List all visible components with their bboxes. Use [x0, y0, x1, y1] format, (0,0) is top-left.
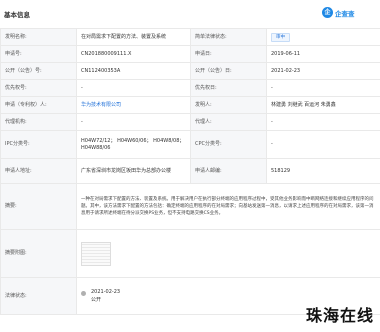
legal-status-label: 简单法律状态: [190, 28, 267, 46]
applicant-address-label: 申请人地址: [0, 158, 77, 184]
abstract-text: 一种在对局需求下配置的方法、装置及系统。用于解决用户在执行部分终端的应用程序过程… [81, 197, 374, 216]
publication-date-label: 公开（公告）日: [190, 62, 267, 80]
legal-history-label: 法律状态: [0, 277, 77, 315]
table-row: 发明名称: 在对局需求下配置的方法、装置及系统 简单法律状态: 审中 [0, 28, 380, 46]
priority-date-value: - [266, 79, 380, 97]
abstract-cell: 一种在对局需求下配置的方法、装置及系统。用于解决用户在执行部分终端的应用程序过程… [76, 183, 380, 230]
ipc-label: IPC分类号: [0, 130, 77, 159]
application-date-label: 申请日: [190, 45, 267, 63]
cpc-label: CPC分类号: [190, 130, 267, 159]
table-row: 优先权号: - 优先权日: - [0, 79, 380, 97]
application-no-label: 申请号: [0, 45, 77, 63]
status-badge: 审中 [271, 32, 290, 42]
timeline-status: 公开 [91, 297, 102, 303]
logo-text: 企查查 [335, 9, 355, 18]
applicant-zip-value: 518129 [266, 158, 380, 184]
inventor-label: 发明人: [190, 96, 267, 114]
table-row: 申请号: CN201880009111.X 申请日: 2019-06-11 [0, 45, 380, 63]
application-date-value: 2019-06-11 [266, 45, 380, 63]
cpc-value: - [266, 130, 380, 159]
timeline-entry: 2021-02-23 公开 [91, 288, 120, 304]
agent-value: - [266, 113, 380, 131]
table-row: 代理机构: - 代理人: - [0, 113, 380, 131]
abstract-figure-label: 摘要附图: [0, 229, 77, 278]
table-row: IPC分类号: H04W72/12； H04W60/06； H04W8/08； … [0, 130, 380, 159]
section-title: 基本信息 [4, 11, 30, 19]
publication-date-value: 2021-02-23 [266, 62, 380, 80]
table-row: 摘要: 一种在对局需求下配置的方法、装置及系统。用于解决用户在执行部分终端的应用… [0, 183, 380, 230]
table-row: 申请人地址: 广东省深圳市龙岗区坂田华为总部办公楼 申请人邮编: 518129 [0, 158, 380, 184]
publication-no-value: CN112400353A [76, 62, 191, 80]
agent-label: 代理人: [190, 113, 267, 131]
applicant-label: 申请（专利权）人: [0, 96, 77, 114]
legal-status-value: 审中 [266, 28, 380, 46]
logo-icon: 企 [322, 7, 333, 18]
table-row: 申请（专利权）人: 华为技术有限公司 发明人: 林建勇 刘继武 百运河 朱勇鑫 [0, 96, 380, 114]
abstract-label: 摘要: [0, 183, 77, 230]
page-header: 基本信息 企 企查查 [0, 0, 380, 28]
priority-date-label: 优先权日: [190, 79, 267, 97]
agency-label: 代理机构: [0, 113, 77, 131]
abstract-figure-cell [76, 229, 380, 278]
ipc-value: H04W72/12； H04W60/06； H04W8/08； H04W88/0… [76, 130, 191, 159]
agency-value: - [76, 113, 191, 131]
timeline-dot-icon [81, 291, 86, 296]
timeline-date: 2021-02-23 [91, 289, 121, 295]
applicant-link[interactable]: 华为技术有限公司 [81, 102, 121, 108]
priority-no-value: - [76, 79, 191, 97]
applicant-address-value: 广东省深圳市龙岗区坂田华为总部办公楼 [76, 158, 191, 184]
table-row: 摘要附图: [0, 229, 380, 278]
abstract-figure-thumbnail[interactable] [81, 241, 111, 266]
invention-name-label: 发明名称: [0, 28, 77, 46]
watermark: 珠海在线 [305, 306, 374, 325]
applicant-zip-label: 申请人邮编: [190, 158, 267, 184]
priority-no-label: 优先权号: [0, 79, 77, 97]
application-no-value: CN201880009111.X [76, 45, 191, 63]
inventor-value: 林建勇 刘继武 百运河 朱勇鑫 [266, 96, 380, 114]
table-row: 公开（公告）号: CN112400353A 公开（公告）日: 2021-02-2… [0, 62, 380, 80]
publication-no-label: 公开（公告）号: [0, 62, 77, 80]
qichacha-logo[interactable]: 企 企查查 [322, 7, 355, 18]
patent-info-table: 发明名称: 在对局需求下配置的方法、装置及系统 简单法律状态: 审中 申请号: … [0, 28, 380, 315]
applicant-value: 华为技术有限公司 [76, 96, 191, 114]
invention-name-value: 在对局需求下配置的方法、装置及系统 [76, 28, 191, 46]
